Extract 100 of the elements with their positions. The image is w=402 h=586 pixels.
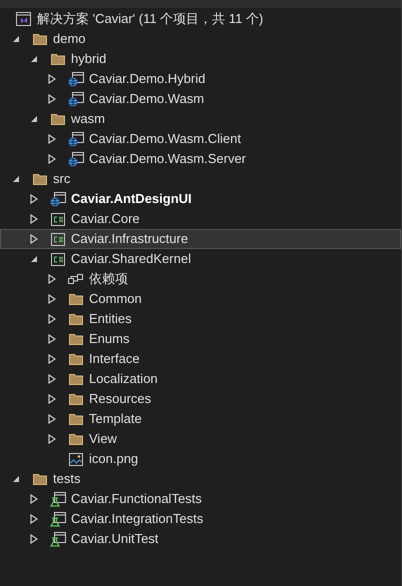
tree-item[interactable]: Caviar.Infrastructure <box>0 229 401 249</box>
image-file-icon <box>69 452 83 466</box>
expanded-arrow-icon[interactable] <box>30 115 38 123</box>
folder-icon <box>69 433 83 445</box>
folder-icon <box>69 293 83 305</box>
tree-item[interactable]: Template <box>0 409 401 429</box>
item-label: demo <box>53 30 86 48</box>
test-project-icon <box>50 532 66 546</box>
tree-item[interactable]: Interface <box>0 349 401 369</box>
folder-icon <box>33 173 47 185</box>
collapsed-arrow-icon[interactable] <box>48 414 56 424</box>
collapsed-arrow-icon[interactable] <box>30 234 38 244</box>
item-label: Entities <box>89 310 132 328</box>
collapsed-arrow-icon[interactable] <box>48 134 56 144</box>
collapsed-arrow-icon[interactable] <box>48 334 56 344</box>
collapsed-arrow-icon[interactable] <box>30 494 38 504</box>
tree-item[interactable]: 依赖项 <box>0 269 401 289</box>
expanded-arrow-icon[interactable] <box>30 55 38 63</box>
folder-icon <box>69 333 83 345</box>
tree-item[interactable]: Caviar.SharedKernel <box>0 249 401 269</box>
tree-item[interactable]: hybrid <box>0 49 401 69</box>
item-label: tests <box>53 470 80 488</box>
tree-item[interactable]: Enums <box>0 329 401 349</box>
item-label: icon.png <box>89 450 138 468</box>
folder-icon <box>51 53 65 65</box>
collapsed-arrow-icon[interactable] <box>48 314 56 324</box>
collapsed-arrow-icon[interactable] <box>48 374 56 384</box>
collapsed-arrow-icon[interactable] <box>48 94 56 104</box>
item-label: Resources <box>89 390 152 408</box>
expanded-arrow-icon[interactable] <box>30 255 38 263</box>
item-label: Caviar.Demo.Wasm <box>89 90 204 108</box>
collapsed-arrow-icon[interactable] <box>48 394 56 404</box>
collapsed-arrow-icon[interactable] <box>30 534 38 544</box>
test-project-icon <box>50 512 66 526</box>
item-label: Caviar.Demo.Wasm.Client <box>89 130 241 148</box>
web-project-icon <box>68 92 84 106</box>
item-label: Localization <box>89 370 158 388</box>
web-project-icon <box>50 192 66 206</box>
item-label: Caviar.Infrastructure <box>71 230 188 248</box>
expanded-arrow-icon[interactable] <box>12 175 20 183</box>
item-label: src <box>53 170 70 188</box>
solution-label[interactable]: 解决方案 'Caviar' (11 个项目，共 11 个) <box>37 9 264 29</box>
csharp-project-icon <box>51 232 65 246</box>
item-label: Caviar.Demo.Hybrid <box>89 70 206 88</box>
tree-item[interactable]: View <box>0 429 401 449</box>
web-project-icon <box>68 132 84 146</box>
collapsed-arrow-icon[interactable] <box>48 74 56 84</box>
collapsed-arrow-icon[interactable] <box>48 274 56 284</box>
tree-item[interactable]: tests <box>0 469 401 489</box>
item-label: 依赖项 <box>89 270 128 288</box>
folder-icon <box>69 393 83 405</box>
test-project-icon <box>50 492 66 506</box>
item-label: Caviar.AntDesignUI <box>71 190 192 208</box>
item-label: wasm <box>71 110 105 128</box>
tree-item[interactable]: Localization <box>0 369 401 389</box>
tree-item[interactable]: Caviar.Demo.Wasm <box>0 89 401 109</box>
tree-item[interactable]: Caviar.Demo.Hybrid <box>0 69 401 89</box>
folder-icon <box>69 313 83 325</box>
expanded-arrow-icon[interactable] <box>12 475 20 483</box>
tree-item[interactable]: Caviar.Demo.Wasm.Client <box>0 129 401 149</box>
collapsed-arrow-icon[interactable] <box>30 214 38 224</box>
expanded-arrow-icon[interactable] <box>12 35 20 43</box>
tree-item[interactable]: wasm <box>0 109 401 129</box>
web-project-icon <box>68 72 84 86</box>
folder-icon <box>69 353 83 365</box>
item-label: Caviar.Core <box>71 210 140 228</box>
tree-item[interactable]: Caviar.UnitTest <box>0 529 401 549</box>
web-project-icon <box>68 152 84 166</box>
item-label: Caviar.SharedKernel <box>71 250 191 268</box>
item-label: Caviar.FunctionalTests <box>71 490 202 508</box>
item-label: View <box>89 430 117 448</box>
dependencies-icon <box>68 273 84 285</box>
item-label: Caviar.Demo.Wasm.Server <box>89 150 246 168</box>
item-label: hybrid <box>71 50 106 68</box>
tree-item[interactable]: src <box>0 169 401 189</box>
item-label: Enums <box>89 330 130 348</box>
folder-icon <box>33 33 47 45</box>
collapsed-arrow-icon[interactable] <box>30 514 38 524</box>
tree-item[interactable]: Common <box>0 289 401 309</box>
collapsed-arrow-icon[interactable] <box>30 194 38 204</box>
item-label: Interface <box>89 350 140 368</box>
tree-item[interactable]: icon.png <box>0 449 401 469</box>
collapsed-arrow-icon[interactable] <box>48 434 56 444</box>
collapsed-arrow-icon[interactable] <box>48 354 56 364</box>
csharp-project-icon <box>51 252 65 266</box>
tree-item[interactable]: Caviar.Core <box>0 209 401 229</box>
item-label: Common <box>89 290 142 308</box>
folder-icon <box>69 413 83 425</box>
collapsed-arrow-icon[interactable] <box>48 294 56 304</box>
item-label: Template <box>89 410 142 428</box>
tree-item[interactable]: Resources <box>0 389 401 409</box>
folder-icon <box>33 473 47 485</box>
tree-item[interactable]: Caviar.Demo.Wasm.Server <box>0 149 401 169</box>
tree-item[interactable]: Caviar.AntDesignUI <box>0 189 401 209</box>
folder-icon <box>51 113 65 125</box>
collapsed-arrow-icon[interactable] <box>48 154 56 164</box>
tree-item[interactable]: Caviar.IntegrationTests <box>0 509 401 529</box>
tree-item[interactable]: demo <box>0 29 401 49</box>
tree-item[interactable]: Caviar.FunctionalTests <box>0 489 401 509</box>
tree-item[interactable]: Entities <box>0 309 401 329</box>
